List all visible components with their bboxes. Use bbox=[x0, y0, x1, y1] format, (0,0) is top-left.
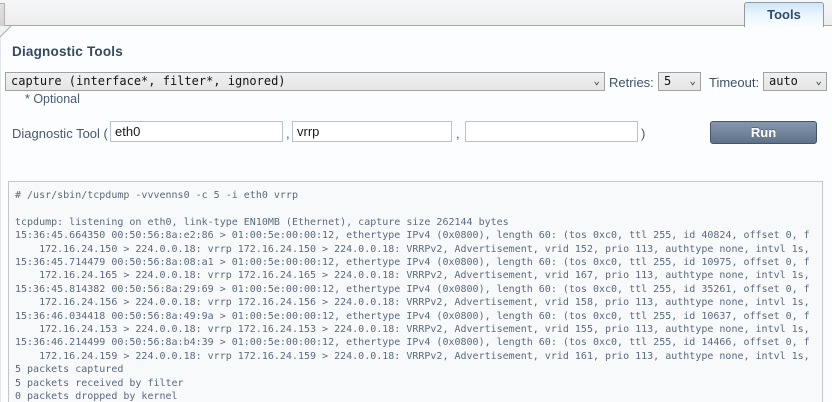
filter-arg-input[interactable] bbox=[292, 121, 452, 142]
diagnostic-tools-page: Tools Diagnostic Tools capture (interfac… bbox=[0, 0, 832, 402]
optional-note: * Optional bbox=[25, 92, 80, 106]
tab-tools[interactable]: Tools bbox=[744, 2, 824, 27]
chevron-down-icon: ⌄ bbox=[815, 73, 822, 89]
page-title: Diagnostic Tools bbox=[12, 44, 123, 59]
run-button[interactable]: Run bbox=[710, 121, 817, 144]
retries-label: Retries: bbox=[609, 75, 654, 90]
timeout-label: Timeout: bbox=[709, 75, 759, 90]
tab-bar bbox=[0, 0, 832, 26]
chevron-down-icon: ⌄ bbox=[689, 73, 696, 89]
retries-select[interactable]: 5 ⌄ bbox=[658, 72, 701, 91]
diagnostic-tool-select-value: capture (interface*, filter*, ignored) bbox=[11, 74, 286, 88]
retries-select-value: 5 bbox=[664, 74, 671, 88]
console-output-text: # /usr/sbin/tcpdump -vvvenns0 -c 5 -i et… bbox=[9, 182, 822, 402]
ignored-arg-input[interactable] bbox=[465, 121, 638, 142]
partial-tab-sliver[interactable] bbox=[0, 3, 5, 26]
arg-separator: , bbox=[286, 126, 290, 141]
arg-separator: , bbox=[456, 126, 460, 141]
args-close-paren: ) bbox=[641, 126, 645, 141]
interface-arg-input[interactable] bbox=[110, 121, 283, 142]
timeout-select-value: auto bbox=[769, 74, 798, 88]
diagnostic-tool-args-label: Diagnostic Tool ( bbox=[12, 126, 108, 141]
panel-bevel-corner bbox=[0, 26, 12, 38]
timeout-select[interactable]: auto ⌄ bbox=[763, 72, 827, 91]
chevron-down-icon: ⌄ bbox=[593, 73, 600, 89]
console-output-box[interactable]: # /usr/sbin/tcpdump -vvvenns0 -c 5 -i et… bbox=[8, 181, 823, 402]
diagnostic-tool-select[interactable]: capture (interface*, filter*, ignored) ⌄ bbox=[5, 72, 605, 91]
